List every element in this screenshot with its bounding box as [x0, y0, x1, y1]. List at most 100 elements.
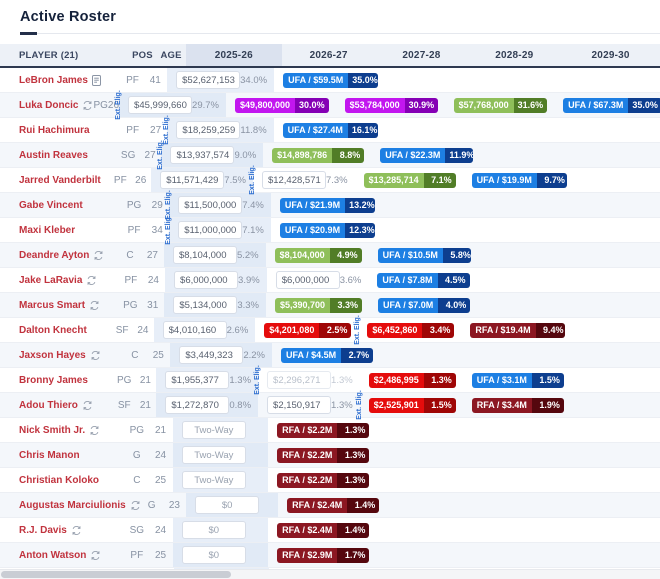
player-link[interactable]: Gabe Vincent: [19, 200, 83, 211]
badge-value: RFA / $2.2M: [277, 473, 337, 488]
player-link[interactable]: Maxi Kleber: [19, 225, 75, 236]
season-cell-2029-30: [574, 168, 660, 192]
age-cell: 25: [148, 468, 173, 492]
column-header-season-2028-29[interactable]: 2028-29: [467, 44, 561, 66]
season-cell-2029-30: [562, 543, 660, 567]
badge-value: RFA / $2.2M: [277, 448, 337, 463]
transaction-icon[interactable]: [130, 500, 141, 511]
column-header-season-2029-30[interactable]: 2029-30: [561, 44, 660, 66]
badge-percentage: 1.4%: [337, 523, 369, 538]
season-cell-2028-29: [472, 218, 564, 242]
player-link[interactable]: Adou Thiero: [19, 400, 78, 411]
player-link[interactable]: Jarred Vanderbilt: [19, 175, 101, 186]
season-cell-2028-29: RFA / $3.4M1.9%: [463, 393, 571, 417]
salary-value: $3,449,323: [179, 346, 243, 364]
season-cell-2025-26: $1,272,8700.8%: [156, 393, 258, 417]
badge-percentage: 9.7%: [537, 173, 567, 188]
transaction-icon[interactable]: [90, 350, 101, 361]
badge-value: UFA / $27.4M: [283, 123, 348, 138]
season-cell-2027-28: UFA / $7.8M4.5%: [368, 268, 476, 292]
column-header-season-2027-28[interactable]: 2027-28: [376, 44, 468, 66]
badge-percentage: 16.1%: [348, 123, 378, 138]
player-link[interactable]: Anton Watson: [19, 550, 86, 561]
column-header-age[interactable]: AGE: [156, 50, 186, 61]
transaction-icon[interactable]: [86, 275, 97, 286]
season-cell-2029-30: [564, 343, 660, 367]
player-link[interactable]: Nick Smith Jr.: [19, 425, 85, 436]
season-cell-2025-26: $0: [173, 543, 268, 567]
ext-elig-label: Ext. Elig.: [115, 90, 122, 120]
badge-percentage: 1.3%: [424, 373, 456, 388]
player-link[interactable]: Dalton Knecht: [19, 325, 87, 336]
season-cell-2026-27: $4,201,0802.5%: [255, 318, 358, 342]
season-cell-2026-27: RFA / $2.9M1.7%: [268, 543, 376, 567]
player-link[interactable]: Jaxson Hayes: [19, 350, 86, 361]
transaction-icon[interactable]: [90, 550, 101, 561]
table-header-row: PLAYER (21)POSAGE2025-262026-272027-2820…: [0, 44, 660, 68]
transaction-icon[interactable]: [93, 250, 104, 261]
scrollbar-thumb[interactable]: [1, 571, 231, 578]
column-header-pos[interactable]: POS: [129, 50, 157, 61]
season-cell-2028-29: [468, 443, 562, 467]
badge-percentage: 5.8%: [443, 248, 471, 263]
contract-badge-opt_green: $5,390,7003.3%: [275, 298, 362, 313]
season-cell-2027-28: [376, 518, 468, 542]
player-cell: LeBron James: [0, 68, 121, 92]
transaction-icon[interactable]: [89, 300, 100, 311]
season-cell-2025-26: Ext. Elig.$18,259,25911.8%: [167, 118, 273, 142]
contract-badge-ufa: UFA / $27.4M16.1%: [283, 123, 378, 138]
season-cell-2029-30: UFA / $67.3M35.0%: [554, 93, 660, 117]
transaction-icon[interactable]: [71, 525, 82, 536]
cap-percentage: 0.8%: [229, 400, 251, 411]
table-row: Jake LaRaviaPF24$6,000,0003.9%$6,000,000…: [0, 268, 660, 293]
transaction-icon[interactable]: [82, 400, 93, 411]
player-link[interactable]: Marcus Smart: [19, 300, 85, 311]
salary-value: $11,000,000: [178, 221, 242, 239]
player-link[interactable]: Bronny James: [19, 375, 88, 386]
player-link[interactable]: Austin Reaves: [19, 150, 88, 161]
contract-badge-rfa: RFA / $2.4M1.4%: [277, 523, 369, 538]
horizontal-scrollbar[interactable]: [0, 569, 660, 579]
table-row: Rui HachimuraPF27Ext. Elig.$18,259,25911…: [0, 118, 660, 143]
salary-value: $1,955,377: [165, 371, 229, 389]
column-header-player[interactable]: PLAYER (21): [0, 50, 129, 61]
player-link[interactable]: LeBron James: [19, 75, 88, 86]
player-link[interactable]: Augustas Marciulionis: [19, 500, 126, 511]
divider-line: [37, 33, 660, 34]
cap-percentage: 3.9%: [238, 275, 260, 286]
badge-percentage: 4.5%: [438, 273, 470, 288]
pos-cell: PG: [114, 368, 134, 392]
transaction-icon[interactable]: [82, 100, 93, 111]
badge-value: UFA / $3.1M: [472, 373, 532, 388]
season-cell-2025-26: $6,000,0003.9%: [165, 268, 267, 292]
badge-value: $6,452,860: [367, 323, 422, 338]
salary-value: $4,010,160: [163, 321, 227, 339]
player-link[interactable]: Christian Koloko: [19, 475, 99, 486]
player-link[interactable]: Luka Doncic: [19, 100, 78, 111]
player-link[interactable]: Jake LaRavia: [19, 275, 82, 286]
column-header-season-2025-26[interactable]: 2025-26: [186, 44, 282, 66]
pos-cell: PG: [120, 293, 142, 317]
season-cell-2029-30: [562, 418, 660, 442]
badge-value: $2,486,995: [369, 373, 424, 388]
player-cell: Marcus Smart: [0, 293, 120, 317]
player-link[interactable]: Rui Hachimura: [19, 125, 90, 136]
season-cell-2029-30: [562, 518, 660, 542]
contract-badge-ufa: UFA / $22.3M11.9%: [380, 148, 473, 163]
player-cell: R.J. Davis: [0, 518, 125, 542]
player-cell: Jaxson Hayes: [0, 343, 124, 367]
season-cell-2027-28: UFA / $7.0M4.0%: [369, 293, 477, 317]
season-cell-2028-29: [477, 268, 567, 292]
salary-value: $11,500,000: [178, 196, 242, 214]
contract-note-icon[interactable]: [92, 75, 101, 86]
salary-label: $0: [195, 496, 259, 514]
transaction-icon[interactable]: [89, 425, 100, 436]
player-link[interactable]: R.J. Davis: [19, 525, 67, 536]
pos-cell: SF: [112, 318, 132, 342]
age-cell: 21: [134, 368, 156, 392]
column-header-season-2026-27[interactable]: 2026-27: [282, 44, 376, 66]
badge-percentage: 1.3%: [337, 473, 369, 488]
badge-value: RFA / $19.4M: [470, 323, 535, 338]
player-link[interactable]: Deandre Ayton: [19, 250, 89, 261]
player-link[interactable]: Chris Manon: [19, 450, 80, 461]
